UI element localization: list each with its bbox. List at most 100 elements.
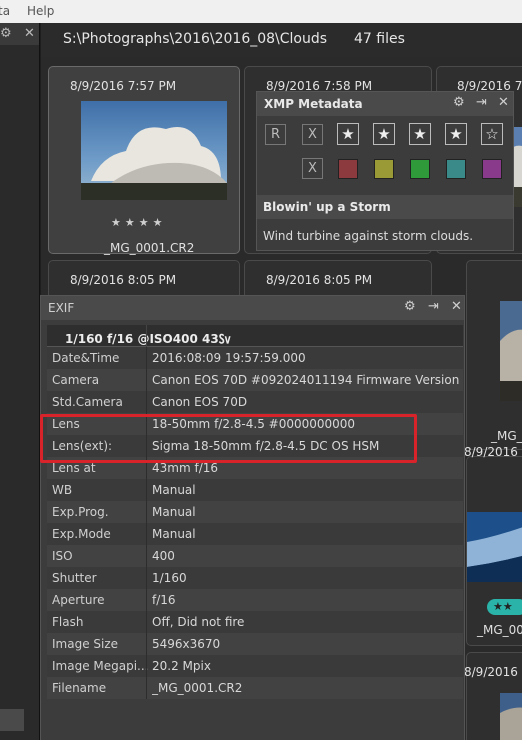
exif-row[interactable]: WB Manual (47, 479, 463, 501)
thumbnail-date: 8/9/2016 7:57 PM (70, 79, 177, 93)
thumbnail-date: 8/9/2016 8:05 PM (266, 273, 373, 287)
exif-row[interactable]: Filename _MG_0001.CR2 (47, 677, 463, 699)
exif-row[interactable]: ISO 400 (47, 545, 463, 567)
thumbnail-card[interactable]: 8/9/2016 8 (464, 652, 522, 740)
exif-key: Exp.Prog. (52, 505, 109, 519)
menu-item-help[interactable]: Help (27, 4, 54, 18)
headline-row: Blowin' up a Storm (257, 195, 513, 219)
left-panel-header: ⚙ ✕ (0, 23, 39, 45)
rating-star-5-button[interactable]: ☆ (481, 123, 503, 145)
exif-panel-title: EXIF (48, 301, 75, 315)
exif-summary: 1/160 f/16 @ISO400 43㏜ (65, 332, 231, 346)
close-icon[interactable]: ✕ (498, 95, 509, 110)
exif-key: Camera (52, 373, 100, 387)
thumbnail-date: 8/9/2016 8 (464, 445, 522, 459)
column-divider (146, 633, 147, 655)
xmp-description[interactable]: Wind turbine against storm clouds. (263, 229, 473, 243)
rating-star-1-button[interactable]: ★ (337, 123, 359, 145)
rating-star-3-button[interactable]: ★ (409, 123, 431, 145)
rating-badge: ★★ (487, 599, 522, 615)
exif-key: Filename (52, 681, 107, 695)
rating-star-2-button[interactable]: ★ (373, 123, 395, 145)
close-icon[interactable]: ✕ (24, 26, 35, 41)
exif-panel-titlebar[interactable]: EXIF ⚙ ⇥ ✕ (41, 296, 464, 320)
exif-key: Shutter (52, 571, 97, 585)
menu-item-data[interactable]: ta (0, 4, 10, 18)
thumbnail-date: 8/9/2016 8:05 PM (70, 273, 177, 287)
exif-row[interactable]: Date&Time 2016:08:09 19:57:59.000 (47, 347, 463, 369)
thumbnail-card[interactable]: 8/9/2016 8 ★★ _MG_00 (464, 445, 522, 646)
thumbnail-image (500, 301, 522, 401)
color-label-teal[interactable] (446, 159, 466, 179)
exif-row[interactable]: Image Megapi... 20.2 Mpix (47, 655, 463, 677)
exif-key: Std.Camera (52, 395, 123, 409)
color-label-yellow[interactable] (374, 159, 394, 179)
gear-icon[interactable]: ⚙ (453, 95, 465, 110)
color-label-green[interactable] (410, 159, 430, 179)
xmp-metadata-panel: XMP Metadata ⚙ ⇥ ✕ R X ★ ★ ★ ★ ☆ X Blowi… (256, 91, 514, 251)
folder-path: S:\Photographs\2016\2016_08\Clouds (63, 31, 328, 47)
exif-key: ISO (52, 549, 73, 563)
exif-row[interactable]: Aperture f/16 (47, 589, 463, 611)
column-divider (146, 589, 147, 611)
thumbnail-rating: ★★★★ (111, 216, 167, 229)
file-count: 47 files (354, 31, 405, 47)
thumbnail-date: 8/9/2016 8 (464, 665, 522, 679)
column-divider (146, 347, 147, 369)
exif-summary-row: 1/160 f/16 @ISO400 43㏜ (47, 325, 463, 347)
exif-value: 400 (152, 549, 175, 563)
exif-key: Flash (52, 615, 84, 629)
dock-icon[interactable]: ⇥ (428, 299, 439, 314)
dock-icon[interactable]: ⇥ (476, 95, 487, 110)
thumbnail-card[interactable]: _MG_ (466, 260, 522, 450)
exif-value: 20.2 Mpix (152, 659, 211, 673)
column-divider (146, 391, 147, 413)
left-panel-item[interactable] (0, 709, 24, 731)
exif-key: Aperture (52, 593, 105, 607)
exif-value: f/16 (152, 593, 176, 607)
exif-value: Manual (152, 527, 196, 541)
exif-row[interactable]: Image Size 5496x3670 (47, 633, 463, 655)
exif-row[interactable]: Shutter 1/160 (47, 567, 463, 589)
color-label-red[interactable] (338, 159, 358, 179)
exif-value: 5496x3670 (152, 637, 221, 651)
clear-rating-button[interactable]: X (302, 124, 323, 145)
exif-row[interactable]: Exp.Mode Manual (47, 523, 463, 545)
exif-value: Manual (152, 483, 196, 497)
exif-row[interactable]: Exp.Prog. Manual (47, 501, 463, 523)
rating-star-4-button[interactable]: ★ (445, 123, 467, 145)
exif-row[interactable]: Flash Off, Did not fire (47, 611, 463, 633)
xmp-panel-titlebar[interactable]: XMP Metadata ⚙ ⇥ ✕ (257, 92, 513, 116)
reject-button[interactable]: R (265, 124, 286, 145)
exif-key: Exp.Mode (52, 527, 111, 541)
clear-color-label-button[interactable]: X (302, 158, 323, 179)
exif-value: 2016:08:09 19:57:59.000 (152, 351, 306, 365)
column-divider (146, 523, 147, 545)
column-divider (146, 655, 147, 677)
left-panel: ⚙ ✕ (0, 23, 40, 740)
column-divider (146, 567, 147, 589)
exif-value: Manual (152, 505, 196, 519)
exif-row[interactable]: Std.Camera Canon EOS 70D (47, 391, 463, 413)
xmp-headline[interactable]: Blowin' up a Storm (263, 200, 391, 214)
column-divider (146, 545, 147, 567)
exif-value: 43mm f/16 (152, 461, 218, 475)
exif-value: Canon EOS 70D #092024011194 Firmware Ver… (152, 373, 460, 387)
column-divider (146, 479, 147, 501)
exif-key: Date&Time (52, 351, 120, 365)
menu-bar: ta Help (0, 0, 522, 23)
exif-key: WB (52, 483, 73, 497)
exif-key: Image Size (52, 637, 119, 651)
color-label-purple[interactable] (482, 159, 502, 179)
column-divider (146, 369, 147, 391)
exif-row[interactable]: Camera Canon EOS 70D #092024011194 Firmwa… (47, 369, 463, 391)
thumbnail-filename: _MG_0001.CR2 (104, 241, 195, 255)
path-bar: S:\Photographs\2016\2016_08\Clouds 47 fi… (41, 23, 522, 57)
exif-panel: EXIF ⚙ ⇥ ✕ 1/160 f/16 @ISO400 43㏜ Date&T… (40, 295, 465, 740)
gear-icon[interactable]: ⚙ (404, 299, 416, 314)
thumbnail-card[interactable]: 8/9/2016 7:57 PM ★★★★ _MG_0001.CR2 (48, 66, 240, 255)
exif-key: Image Megapi... (52, 659, 149, 673)
column-divider (146, 611, 147, 633)
close-icon[interactable]: ✕ (451, 299, 462, 314)
gear-icon[interactable]: ⚙ (0, 26, 12, 41)
